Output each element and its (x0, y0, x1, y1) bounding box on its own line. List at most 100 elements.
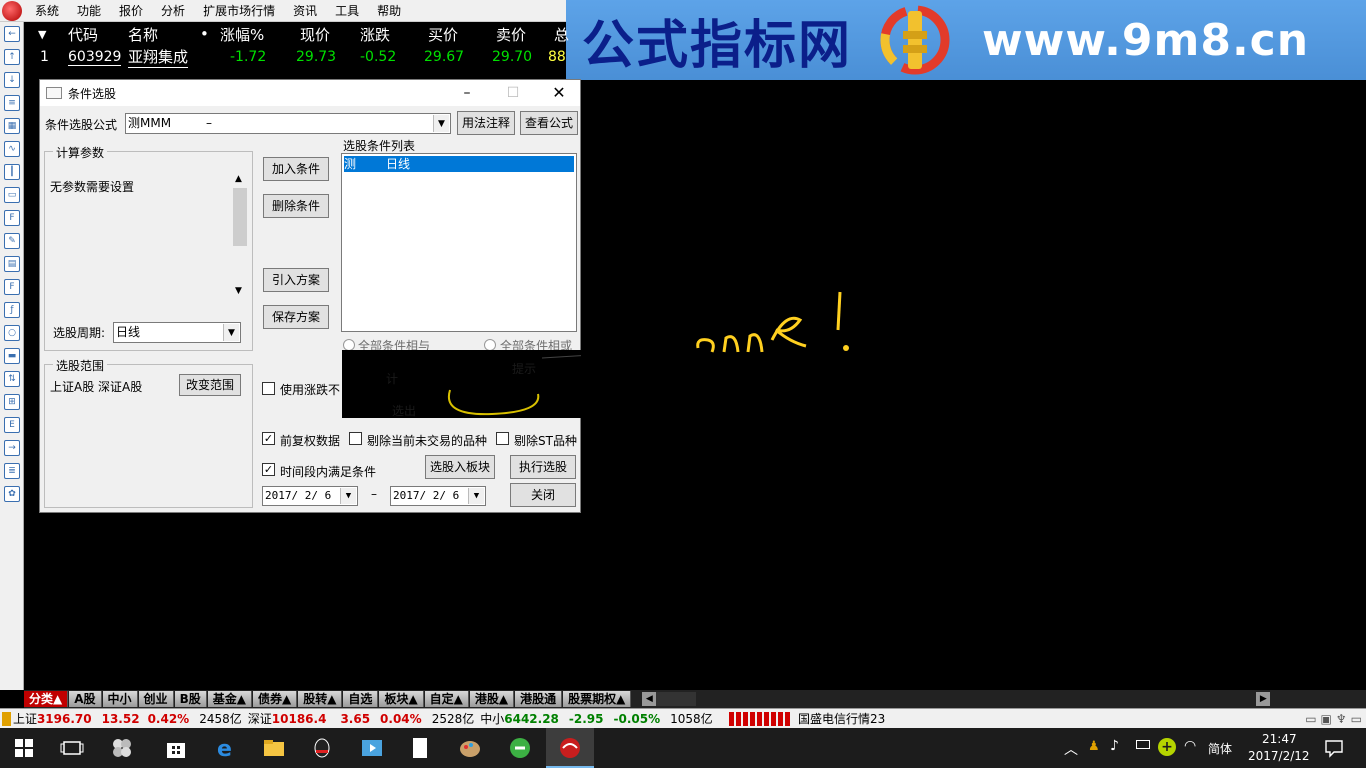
condition-list[interactable]: 测MMM 日线 (341, 153, 577, 332)
tab-neeq[interactable]: 股转▲ (298, 691, 343, 707)
header-bid[interactable]: 买价 (428, 24, 458, 45)
menu-analysis[interactable]: 分析 (152, 0, 194, 22)
green-plus-icon[interactable]: + (1158, 738, 1176, 756)
down-arrow-icon[interactable]: ↓ (4, 72, 20, 88)
formula-icon[interactable]: ƒ (4, 302, 20, 318)
date-to-picker[interactable]: 2017/ 2/ 6 ▼ (390, 486, 486, 506)
chevron-down-icon[interactable]: ▼ (468, 488, 484, 504)
menu-tools[interactable]: 工具 (326, 0, 368, 22)
clock-date[interactable]: 2017/2/12 (1248, 749, 1310, 763)
news-icon[interactable]: ✎ (4, 233, 20, 249)
notification-icon[interactable] (1322, 736, 1346, 760)
file-explorer-icon[interactable] (262, 736, 286, 760)
menu-quote[interactable]: 报价 (110, 0, 152, 22)
line-chart-icon[interactable]: ∿ (4, 141, 20, 157)
view-formula-button[interactable]: 查看公式 (520, 111, 578, 135)
table-row[interactable]: 1 603929 亚翔集成 -1.72 29.73 -0.52 29.67 29… (24, 46, 566, 68)
menu-news[interactable]: 资讯 (284, 0, 326, 22)
tab-gem[interactable]: 创业 (138, 691, 174, 707)
wifi-icon[interactable]: ◠ (1184, 738, 1196, 754)
import-plan-button[interactable]: 引入方案 (263, 268, 329, 292)
tab-a-shares[interactable]: A股 (69, 691, 102, 707)
save-plan-button[interactable]: 保存方案 (263, 305, 329, 329)
edge-browser-icon[interactable]: e (214, 736, 238, 760)
server-name[interactable]: 国盛电信行情23 (798, 710, 885, 727)
tab-bonds[interactable]: 债券▲ (252, 691, 298, 707)
menu-help[interactable]: 帮助 (368, 0, 410, 22)
tab-sme[interactable]: 中小 (102, 691, 138, 707)
status-tray-icons[interactable]: ▭▣♆▭ (1305, 712, 1366, 726)
document-icon[interactable]: ▤ (4, 256, 20, 272)
header-more[interactable]: 总 (554, 24, 569, 45)
use-change-checkbox[interactable] (262, 382, 275, 395)
scroll-down-icon[interactable]: ▼ (235, 286, 242, 296)
list-item[interactable]: 测MMM 日线 (344, 156, 574, 187)
header-price[interactable]: 现价 (300, 24, 330, 45)
execute-button[interactable]: 执行选股 (510, 455, 576, 479)
tray-chevron-up-icon[interactable]: ︿ (1064, 739, 1078, 759)
header-name[interactable]: 名称 (128, 24, 158, 45)
video-player-icon[interactable] (360, 736, 384, 760)
sort-icon[interactable]: ▼ (38, 28, 46, 41)
tab-category[interactable]: 分类▲ (24, 691, 69, 707)
chevron-down-icon[interactable]: ▼ (340, 488, 356, 504)
quote-list-icon[interactable]: ≡ (4, 95, 20, 111)
header-change-pct[interactable]: 涨幅% (220, 24, 264, 45)
window-icon[interactable]: ▭ (4, 187, 20, 203)
tab-hk-connect[interactable]: 港股通 (515, 691, 563, 707)
paint-icon[interactable] (458, 736, 482, 760)
scroll-thumb[interactable] (233, 188, 247, 246)
minimize-icon[interactable]: – (444, 80, 490, 106)
up-arrow-icon[interactable]: ↑ (4, 49, 20, 65)
windows-start-icon[interactable] (12, 736, 36, 760)
folder-icon[interactable]: ▬ (4, 348, 20, 364)
tab-funds[interactable]: 基金▲ (207, 691, 252, 707)
tab-hk-stocks[interactable]: 港股▲ (469, 691, 515, 707)
tab-sectors[interactable]: 板块▲ (379, 691, 424, 707)
exclude-st-checkbox[interactable] (496, 432, 509, 445)
usage-note-button[interactable]: 用法注释 (457, 111, 515, 135)
battery-icon[interactable] (1136, 740, 1150, 749)
qq-icon[interactable] (310, 736, 334, 760)
params-scrollbar[interactable]: ▲ ▼ (231, 172, 249, 298)
green-app-icon[interactable] (508, 736, 532, 760)
grid-icon[interactable]: ⊞ (4, 394, 20, 410)
exclude-nontrading-checkbox[interactable] (349, 432, 362, 445)
circle-icon[interactable]: ○ (4, 325, 20, 341)
clock-time[interactable]: 21:47 (1262, 732, 1297, 746)
to-block-button[interactable]: 选股入板块 (425, 455, 495, 479)
login-icon[interactable]: → (4, 440, 20, 456)
close-icon[interactable]: ✕ (536, 80, 582, 106)
formula-select[interactable]: 测MMM – ▼ (125, 113, 451, 134)
stack-icon[interactable]: ≣ (4, 463, 20, 479)
period-select[interactable]: 日线 ▼ (113, 322, 241, 343)
header-code[interactable]: 代码 (68, 24, 98, 45)
task-view-icon[interactable] (60, 736, 84, 760)
f12-icon[interactable]: F (4, 279, 20, 295)
date-from-picker[interactable]: 2017/ 2/ 6 ▼ (262, 486, 358, 506)
scroll-up-icon[interactable]: ▲ (235, 174, 242, 184)
tab-custom[interactable]: 自定▲ (424, 691, 469, 707)
input-language[interactable]: 简体 (1208, 740, 1232, 757)
change-range-button[interactable]: 改变范围 (179, 374, 241, 396)
table-icon[interactable]: ▦ (4, 118, 20, 134)
tab-scroll-track[interactable] (656, 692, 697, 706)
time-condition-checkbox[interactable]: ✓ (262, 463, 275, 476)
scroll-right-icon[interactable]: ▶ (1256, 692, 1271, 706)
menu-extended-market[interactable]: 扩展市场行情 (194, 0, 284, 22)
tab-stock-options[interactable]: 股票期权▲ (563, 691, 632, 707)
chevron-down-icon[interactable]: ▼ (223, 324, 239, 341)
back-arrow-icon[interactable]: ← (4, 26, 20, 42)
delete-condition-button[interactable]: 删除条件 (263, 194, 329, 218)
volume-icon[interactable]: ♪ (1110, 738, 1119, 754)
close-button[interactable]: 关闭 (510, 483, 576, 507)
menu-function[interactable]: 功能 (68, 0, 110, 22)
dialog-titlebar[interactable]: 条件选股 – ☐ ✕ (40, 80, 580, 106)
header-change[interactable]: 涨跌 (360, 24, 390, 45)
f10-icon[interactable]: F (4, 210, 20, 226)
sort-icon[interactable]: ⇅ (4, 371, 20, 387)
forward-adjust-checkbox[interactable]: ✓ (262, 432, 275, 445)
etf-icon[interactable]: E (4, 417, 20, 433)
menu-system[interactable]: 系统 (26, 0, 68, 22)
gear-icon[interactable]: ✿ (4, 486, 20, 502)
